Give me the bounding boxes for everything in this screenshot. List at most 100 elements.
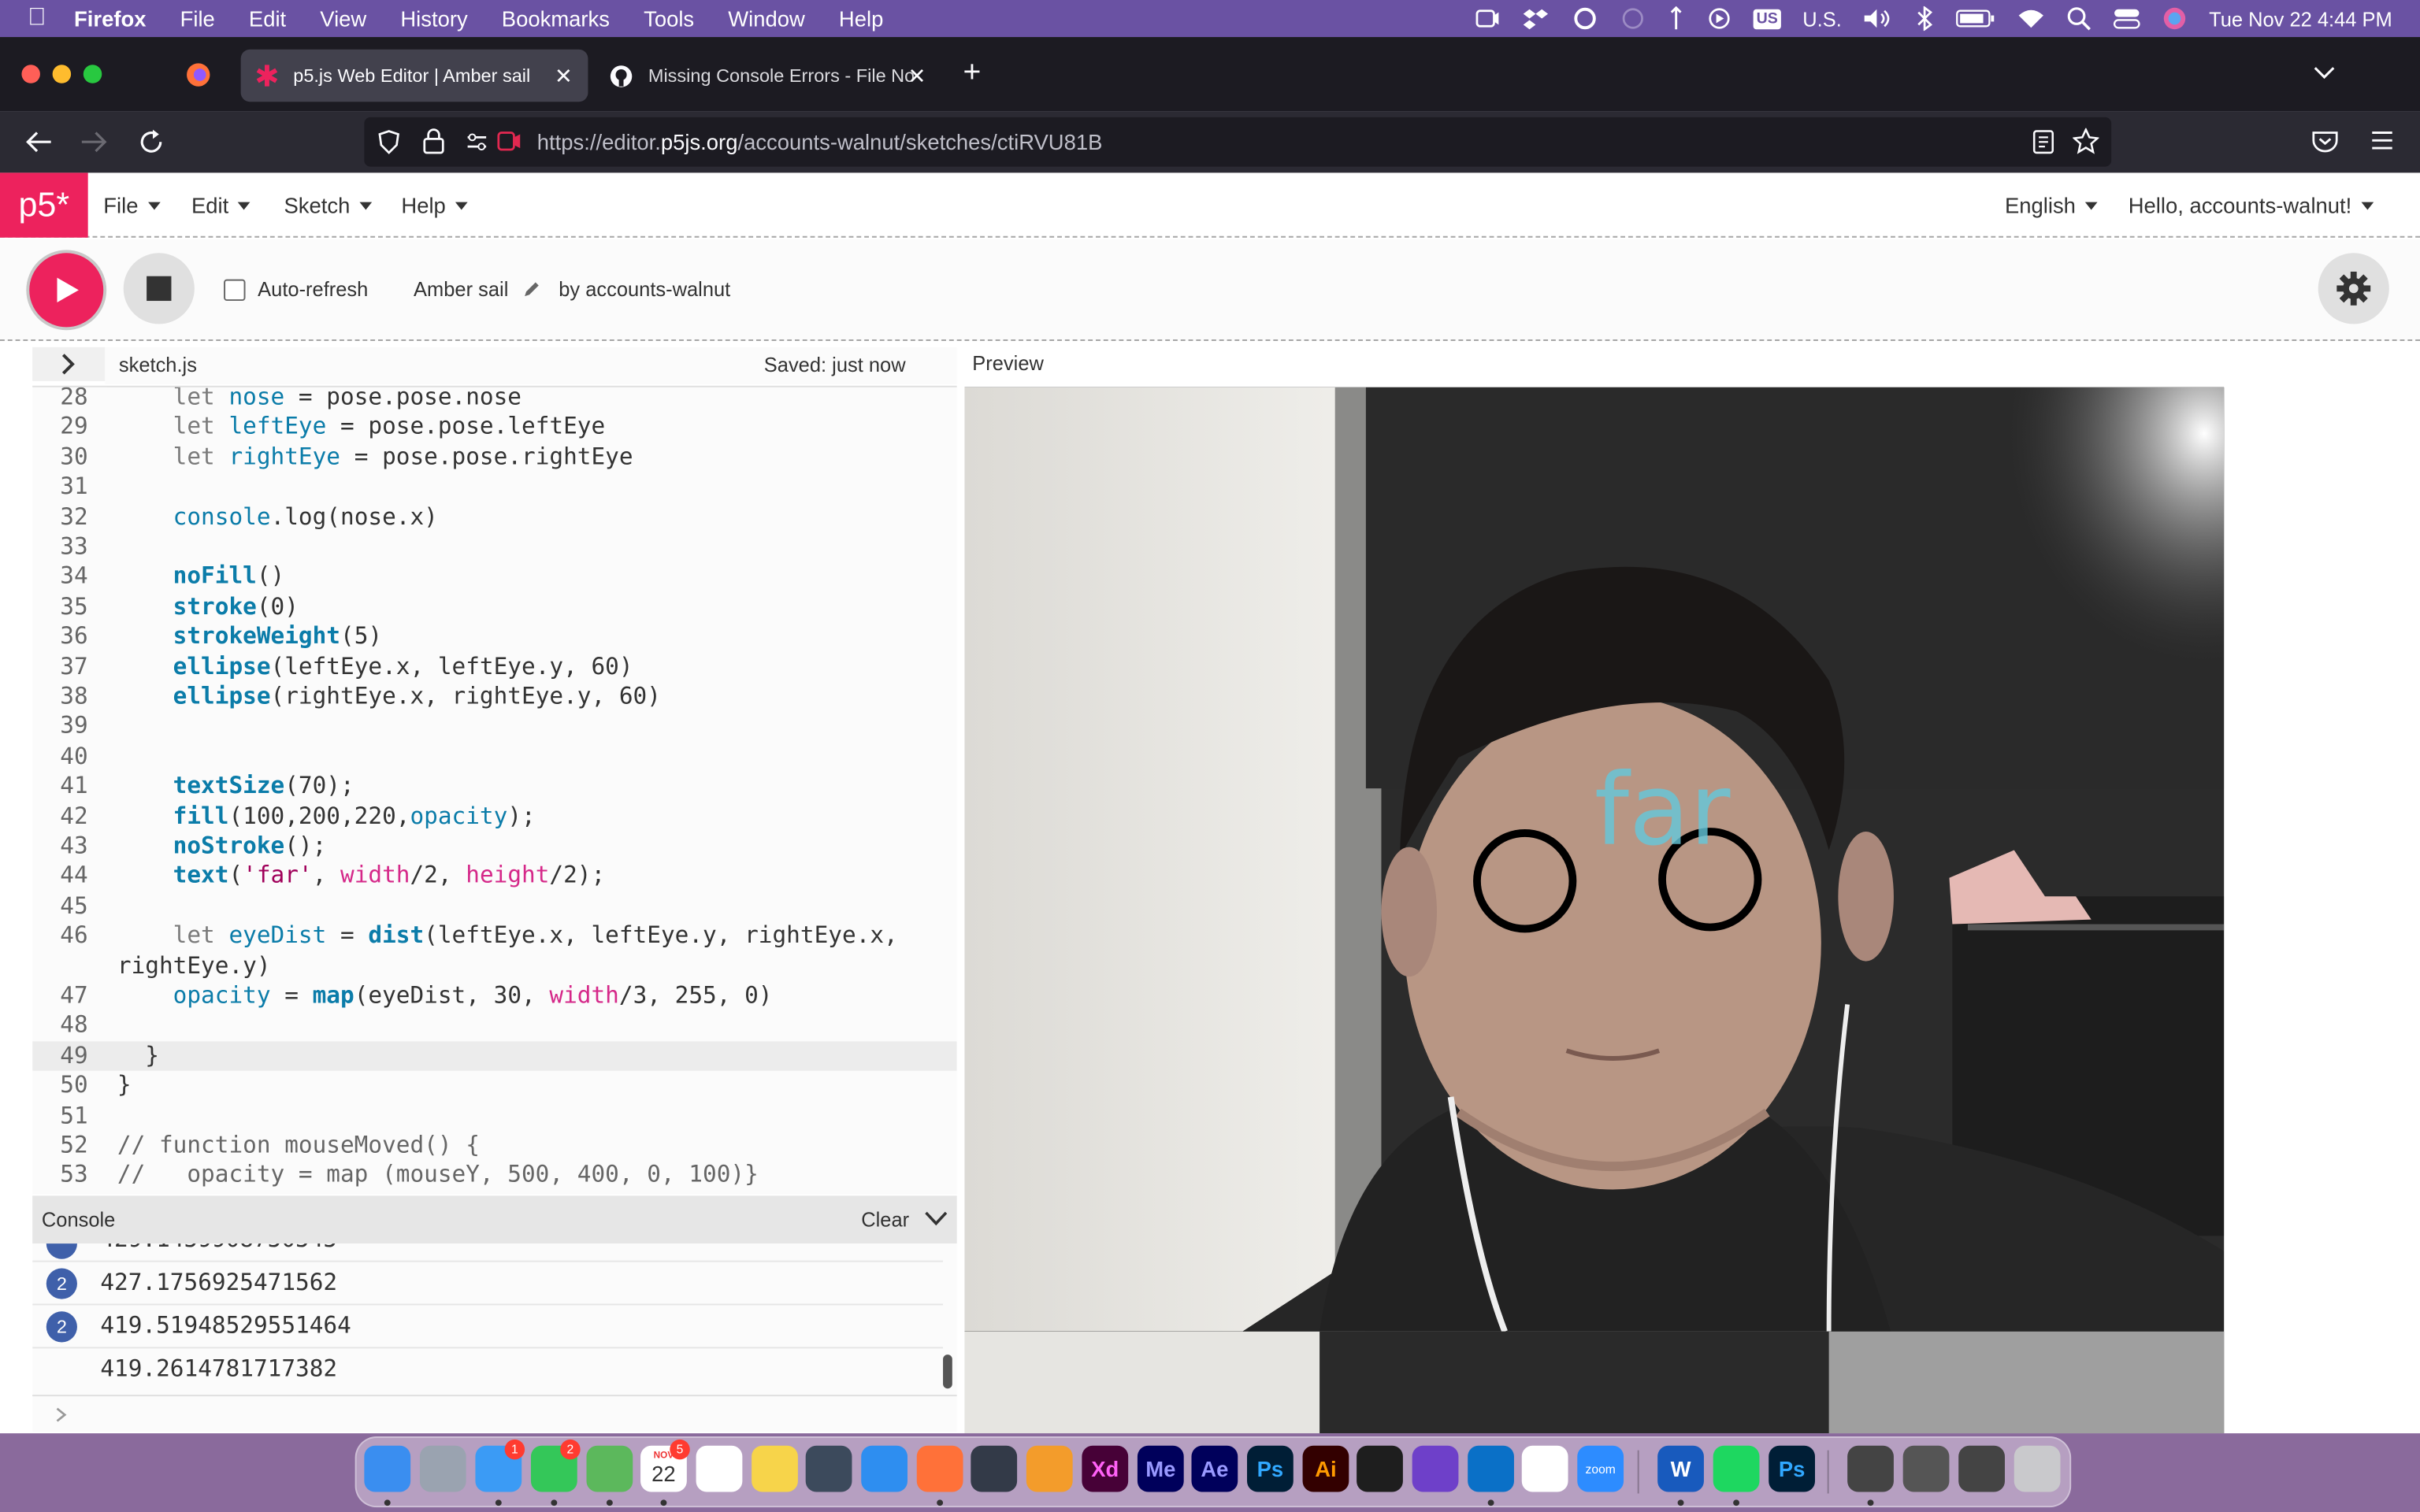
figma-icon[interactable] (1357, 1445, 1403, 1492)
finder-icon[interactable] (364, 1445, 411, 1492)
word-icon[interactable]: W (1657, 1445, 1704, 1492)
creative-cloud-icon[interactable] (1572, 6, 1599, 31)
system-settings-icon[interactable] (971, 1445, 1018, 1492)
control-center-icon[interactable] (2114, 6, 2141, 31)
code-line[interactable]: 40 (32, 742, 957, 772)
camera-icon[interactable] (1475, 8, 1500, 29)
code-line[interactable]: 34 noFill() (32, 562, 957, 592)
stack-folder-icon[interactable] (1902, 1445, 1950, 1492)
camera-sharing-icon[interactable] (497, 132, 521, 151)
code-line[interactable]: 33 (32, 532, 957, 562)
battery-icon[interactable] (1956, 8, 1996, 29)
url-text[interactable]: https://editor.p5js.org/accounts-walnut/… (537, 130, 1103, 154)
slack-icon[interactable] (1521, 1445, 1568, 1492)
adobe-xd-icon[interactable]: Xd (1082, 1445, 1129, 1492)
reminders-icon[interactable] (696, 1445, 743, 1492)
bookmark-star-icon[interactable] (2073, 128, 2099, 154)
console-clear-button[interactable]: Clear (861, 1208, 909, 1231)
transfer-icon[interactable] (1667, 6, 1686, 31)
settings-button[interactable] (2318, 253, 2389, 324)
code-line[interactable]: 39 (32, 712, 957, 742)
code-line[interactable]: 30 let rightEye = pose.pose.rightEye (32, 443, 957, 472)
adobe-illustrator-icon[interactable]: Ai (1302, 1445, 1349, 1492)
list-all-tabs-chevron-icon[interactable] (2314, 65, 2335, 80)
new-tab-plus-icon[interactable]: + (963, 57, 982, 87)
code-line[interactable]: 32 console.log(nose.x) (32, 502, 957, 532)
menubar-clock[interactable]: Tue Nov 22 4:44 PM (2209, 7, 2392, 30)
preview-canvas[interactable]: far (964, 387, 2225, 1332)
play-button[interactable] (29, 253, 104, 328)
input-source-flag[interactable]: US (1753, 8, 1781, 29)
tab-p5-editor[interactable]: p5.js Web Editor | Amber sail ✕ (240, 49, 588, 102)
code-line[interactable]: 36 strokeWeight(5) (32, 622, 957, 652)
stack-folder-icon[interactable] (1958, 1445, 2005, 1492)
dropbox-icon[interactable] (1522, 6, 1550, 31)
p5-menu-edit[interactable]: Edit (191, 193, 251, 217)
console-collapse-chevron-icon[interactable] (925, 1211, 948, 1227)
menu-tools[interactable]: Tools (644, 6, 694, 31)
file-name[interactable]: sketch.js (119, 354, 197, 376)
code-line[interactable]: 47 opacity = map(eyeDist, 30, width/3, 2… (32, 981, 957, 1011)
auto-refresh-label[interactable]: Auto-refresh (258, 278, 368, 301)
user-menu[interactable]: Hello, accounts-walnut! (2129, 193, 2374, 217)
pencil-edit-icon[interactable] (523, 281, 540, 298)
code-line[interactable]: rightEye.y) (32, 951, 957, 981)
app-menu[interactable]: Firefox (74, 6, 146, 31)
vscode-icon[interactable] (1468, 1445, 1514, 1492)
code-line[interactable]: 46 let eyeDist = dist(leftEye.x, leftEye… (32, 921, 957, 951)
window-zoom-button[interactable] (83, 65, 102, 83)
hamburger-menu-icon[interactable] (2370, 130, 2393, 151)
back-arrow-icon[interactable] (24, 130, 52, 154)
auto-refresh-checkbox[interactable] (224, 279, 246, 302)
url-bar[interactable]: https://editor.p5js.org/accounts-walnut/… (364, 117, 2112, 167)
p5-menu-help[interactable]: Help (401, 193, 468, 217)
code-line[interactable]: 38 ellipse(rightEye.x, rightEye.y, 60) (32, 682, 957, 712)
console-input[interactable] (32, 1395, 957, 1432)
bluetooth-icon[interactable] (1916, 6, 1935, 32)
apple-menu-icon[interactable]:  (28, 5, 46, 32)
code-line[interactable]: 29 let leftEye = pose.pose.leftEye (32, 413, 957, 443)
sidebar-toggle-button[interactable] (32, 346, 106, 381)
code-line[interactable]: 42 fill(100,200,220,opacity); (32, 802, 957, 832)
language-dropdown[interactable]: English (2005, 193, 2098, 217)
reader-view-icon[interactable] (2032, 130, 2054, 154)
forward-arrow-icon[interactable] (80, 130, 108, 154)
code-line[interactable]: 37 ellipse(leftEye.x, leftEye.y, 60) (32, 652, 957, 682)
input-source-label[interactable]: U.S. (1802, 7, 1842, 30)
code-line[interactable]: 51 (32, 1101, 957, 1131)
code-line[interactable]: 50} (32, 1071, 957, 1101)
safari-icon[interactable] (861, 1445, 908, 1492)
p5-logo[interactable]: p5* (0, 172, 88, 238)
maps-icon[interactable] (586, 1445, 633, 1492)
tab-close-icon[interactable]: ✕ (908, 63, 926, 89)
photoshop-2-icon[interactable]: Ps (1769, 1445, 1816, 1492)
code-line[interactable]: 44 text('far', width/2, height/2); (32, 862, 957, 891)
console-output[interactable]: 429.1459908750545 2 427.1756925471562 2 … (32, 1243, 957, 1395)
volume-icon[interactable] (1863, 8, 1894, 29)
console-scrollbar[interactable] (943, 1354, 952, 1389)
code-editor[interactable]: 28 let nose = pose.pose.nose 29 let leftE… (32, 385, 957, 1195)
pages-icon[interactable] (1026, 1445, 1073, 1492)
trash-icon[interactable] (2014, 1445, 2061, 1492)
tracking-shield-icon[interactable] (378, 130, 399, 154)
spotify-icon[interactable] (1713, 1445, 1760, 1492)
code-line[interactable]: 43 noStroke(); (32, 832, 957, 862)
code-line[interactable]: 53 // opacity = map (mouseY, 500, 400, 0,… (32, 1161, 957, 1191)
code-line[interactable]: 28 let nose = pose.pose.nose (32, 387, 957, 413)
spotlight-search-icon[interactable] (2067, 6, 2092, 31)
lock-icon[interactable] (423, 128, 444, 154)
adobe-media-encoder-icon[interactable]: Me (1137, 1445, 1184, 1492)
window-minimize-button[interactable] (52, 65, 72, 83)
wifi-icon[interactable] (2017, 8, 2045, 29)
permissions-icon[interactable] (466, 132, 488, 153)
firefox-icon[interactable] (916, 1445, 963, 1492)
tab-github-issue[interactable]: Missing Console Errors - File No ✕ (594, 50, 941, 102)
code-line[interactable]: 35 stroke(0) (32, 592, 957, 622)
menu-window[interactable]: Window (728, 6, 805, 31)
sketch-author[interactable]: by accounts-walnut (559, 278, 730, 301)
zoom-icon[interactable]: zoom (1577, 1445, 1624, 1492)
window-close-button[interactable] (21, 65, 40, 83)
github-desktop-icon[interactable] (1412, 1445, 1459, 1492)
menu-file[interactable]: File (180, 6, 215, 31)
menu-edit[interactable]: Edit (249, 6, 286, 31)
